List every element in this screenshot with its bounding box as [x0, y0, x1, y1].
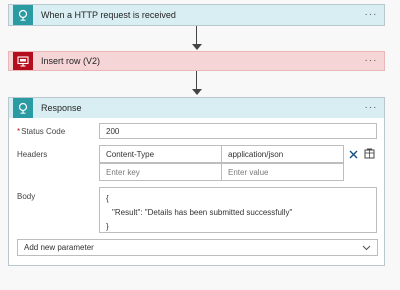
- arrow-down-icon: [192, 44, 202, 50]
- more-options-icon[interactable]: ···: [362, 56, 380, 66]
- status-code-input[interactable]: 200: [99, 123, 377, 139]
- header-key-value: Content-Type: [106, 149, 155, 159]
- body-line: "Result": "Details has been submitted su…: [112, 208, 293, 217]
- body-line: }: [106, 222, 109, 231]
- headers-label: Headers: [17, 150, 48, 159]
- step-http-trigger[interactable]: When a HTTP request is received ···: [8, 4, 385, 26]
- status-code-label-text: Status Code: [21, 127, 66, 136]
- step-response: Response ··· *Status Code 200 Headers Co…: [8, 97, 385, 266]
- header-value-value: application/json: [228, 149, 284, 159]
- delete-header-icon[interactable]: [347, 148, 359, 160]
- step-header[interactable]: Response ···: [9, 98, 384, 118]
- step-title: When a HTTP request is received: [41, 10, 176, 20]
- switch-to-text-mode-icon[interactable]: [363, 147, 376, 160]
- chevron-down-icon: [362, 245, 371, 250]
- body-line: {: [106, 194, 109, 203]
- required-marker: *: [17, 127, 21, 136]
- http-request-icon: [13, 5, 33, 25]
- sql-server-icon: [13, 52, 33, 70]
- status-code-label: *Status Code: [17, 127, 65, 136]
- add-new-parameter-dropdown[interactable]: Add new parameter: [17, 239, 378, 256]
- connector-line: [196, 71, 197, 90]
- header-key-placeholder: Enter key: [106, 167, 140, 177]
- header-key-input-empty[interactable]: Enter key: [99, 163, 222, 181]
- step-insert-row[interactable]: Insert row (V2) ···: [8, 51, 385, 71]
- arrow-down-icon: [192, 89, 202, 95]
- more-options-icon[interactable]: ···: [362, 103, 380, 113]
- step-title: Response: [41, 103, 82, 113]
- connector-line: [196, 26, 197, 45]
- header-key-input[interactable]: Content-Type: [99, 145, 222, 163]
- add-new-parameter-label: Add new parameter: [24, 243, 94, 252]
- response-icon: [13, 98, 33, 118]
- header-value-input-empty[interactable]: Enter value: [221, 163, 344, 181]
- step-title: Insert row (V2): [41, 56, 101, 66]
- status-code-value: 200: [106, 126, 120, 136]
- header-value-placeholder: Enter value: [228, 167, 269, 177]
- more-options-icon[interactable]: ···: [362, 10, 380, 20]
- body-label: Body: [17, 192, 36, 201]
- header-value-input[interactable]: application/json: [221, 145, 344, 163]
